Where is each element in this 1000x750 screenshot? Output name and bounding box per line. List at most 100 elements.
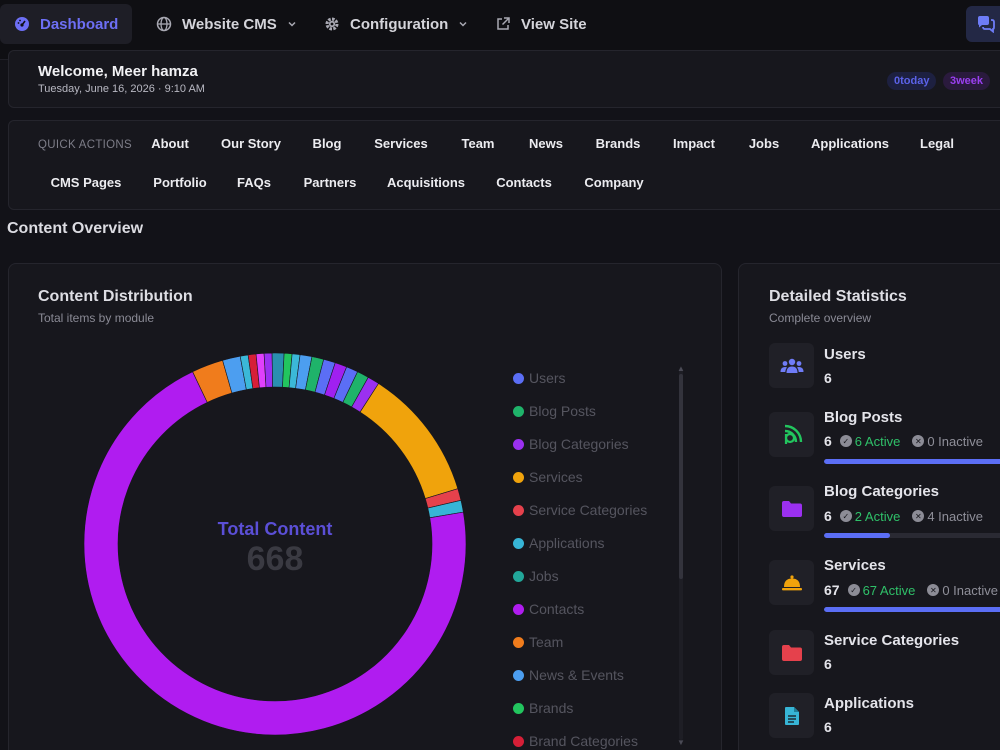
week-badge: 3week [943, 72, 991, 90]
stats-title: Detailed Statistics [769, 288, 907, 305]
stat-applications-row: 6 [824, 719, 834, 735]
legend-dot [513, 669, 524, 681]
stat-applications-name: Applications [824, 695, 915, 712]
stat-blog-categories-active: ✓ 2 Active [839, 508, 901, 524]
x-circle-icon: ✕ [912, 435, 925, 447]
nav-view-site[interactable]: View Site [481, 4, 601, 44]
gear-icon [325, 17, 339, 31]
stat-blog-posts-active: ✓ 6 Active [839, 433, 901, 449]
legend-dot [513, 372, 524, 384]
legend-item[interactable]: Jobs [513, 568, 559, 584]
quick-action-company[interactable]: Company [584, 175, 643, 190]
legend-dot [513, 438, 524, 450]
stat-services-inactive-text: 0 Inactive [942, 582, 998, 598]
bell-icon [781, 574, 802, 590]
stat-services-value: 67 [824, 582, 840, 598]
document-icon [784, 706, 799, 725]
quick-action-partners[interactable]: Partners [304, 175, 357, 190]
quick-action-legal[interactable]: Legal [920, 136, 954, 151]
stat-users-row: 6 [824, 370, 834, 386]
nav-dashboard[interactable]: Dashboard [0, 4, 133, 44]
legend-dot [513, 702, 524, 714]
stat-applications-value: 6 [824, 719, 832, 735]
stat-blog-posts-value: 6 [824, 433, 832, 449]
legend-item[interactable]: Brands [513, 700, 573, 716]
legend-label: Contacts [529, 601, 585, 617]
stat-service-categories-value: 6 [824, 656, 832, 672]
quick-action-team[interactable]: Team [462, 136, 495, 151]
donut-segment-3[interactable] [359, 383, 459, 499]
quick-action-contacts[interactable]: Contacts [496, 175, 552, 190]
quick-action-jobs[interactable]: Jobs [749, 136, 779, 151]
stat-blog-categories-icon-box [769, 486, 814, 531]
legend-item[interactable]: Users [513, 370, 566, 386]
detailed-statistics-card: Detailed Statistics Complete overview Us… [738, 263, 1000, 750]
legend-label: Blog Posts [529, 403, 596, 419]
quick-action-news[interactable]: News [529, 136, 563, 151]
donut-segment-13[interactable] [271, 352, 285, 388]
legend-dot [513, 471, 524, 483]
quick-action-brands[interactable]: Brands [596, 136, 641, 151]
quick-action-about[interactable]: About [151, 136, 189, 151]
legend-dot [513, 636, 524, 648]
quick-actions-card: QUICK ACTIONS About Our Story Blog Servi… [8, 120, 1000, 210]
section-title: Content Overview [7, 220, 144, 237]
legend-label: Brand Categories [529, 733, 638, 749]
stat-blog-posts-active-text: 6 Active [854, 433, 901, 449]
stat-blog-posts-inactive-text: 0 Inactive [927, 433, 983, 449]
x-circle-icon: ✕ [927, 584, 940, 596]
quick-action-services[interactable]: Services [374, 136, 428, 151]
stat-services-progress-fill [824, 607, 1000, 612]
donut-chart: Total Content 668 [83, 352, 467, 736]
quick-action-applications[interactable]: Applications [811, 136, 889, 151]
stat-blog-categories-active-text: 2 Active [854, 508, 901, 524]
legend-item[interactable]: Blog Posts [513, 403, 596, 419]
quick-action-cms-pages[interactable]: CMS Pages [51, 175, 122, 190]
legend-item[interactable]: Contacts [513, 601, 584, 617]
legend-label: Users [529, 370, 566, 386]
legend-item[interactable]: Services [513, 469, 583, 485]
external-link-icon [497, 17, 510, 30]
legend-scrollbar-thumb[interactable] [679, 374, 683, 579]
legend-item[interactable]: Brand Categories [513, 733, 638, 749]
scroll-down-arrow[interactable]: ▼ [677, 738, 685, 747]
nav-dashboard-label: Dashboard [40, 15, 119, 33]
stat-applications-icon-box [769, 693, 814, 738]
nav-configuration[interactable]: Configuration [310, 4, 482, 44]
quick-action-acquisitions[interactable]: Acquisitions [387, 175, 465, 190]
legend-item[interactable]: News & Events [513, 667, 624, 683]
users-icon [780, 358, 803, 373]
stat-services-inactive: ✕ 0 Inactive [927, 583, 998, 598]
legend-dot [513, 735, 524, 747]
legend-item[interactable]: Blog Categories [513, 436, 629, 452]
legend-label: Applications [529, 535, 605, 551]
quick-action-portfolio[interactable]: Portfolio [153, 175, 206, 190]
legend-item[interactable]: Applications [513, 535, 605, 551]
content-distribution-card: Content Distribution Total items by modu… [8, 263, 722, 750]
chat-button[interactable] [966, 6, 1000, 42]
check-circle-icon: ✓ [839, 435, 852, 447]
quick-action-blog[interactable]: Blog [313, 136, 342, 151]
stat-blog-categories-name: Blog Categories [824, 483, 940, 500]
quick-action-impact[interactable]: Impact [673, 136, 715, 151]
stat-blog-categories-inactive: ✕ 4 Inactive [912, 509, 983, 524]
blog-icon [784, 424, 802, 444]
legend-dot [513, 537, 524, 549]
stat-services-row: 67 ✓ 67 Active ✕ 0 Inactive [824, 582, 998, 598]
nav-website-cms-label: Website CMS [182, 15, 277, 33]
chevron-down-icon [459, 21, 467, 27]
stat-service-categories-icon-box [769, 630, 814, 675]
stat-blog-posts-icon-box [769, 412, 814, 457]
legend-item[interactable]: Team [513, 634, 563, 650]
nav-website-cms[interactable]: Website CMS [142, 4, 311, 44]
quick-actions-label: QUICK ACTIONS [38, 139, 132, 151]
stat-services-progress [824, 607, 1000, 612]
quick-action-our-story[interactable]: Our Story [221, 136, 281, 151]
scroll-up-arrow[interactable]: ▲ [677, 364, 685, 373]
legend-label: Jobs [529, 568, 559, 584]
stat-users-icon-box [769, 343, 814, 388]
stat-blog-posts-inactive: ✕ 0 Inactive [912, 434, 983, 449]
stat-blog-posts-progress [824, 459, 1000, 464]
quick-action-faqs[interactable]: FAQs [237, 175, 271, 190]
legend-item[interactable]: Service Categories [513, 502, 647, 518]
